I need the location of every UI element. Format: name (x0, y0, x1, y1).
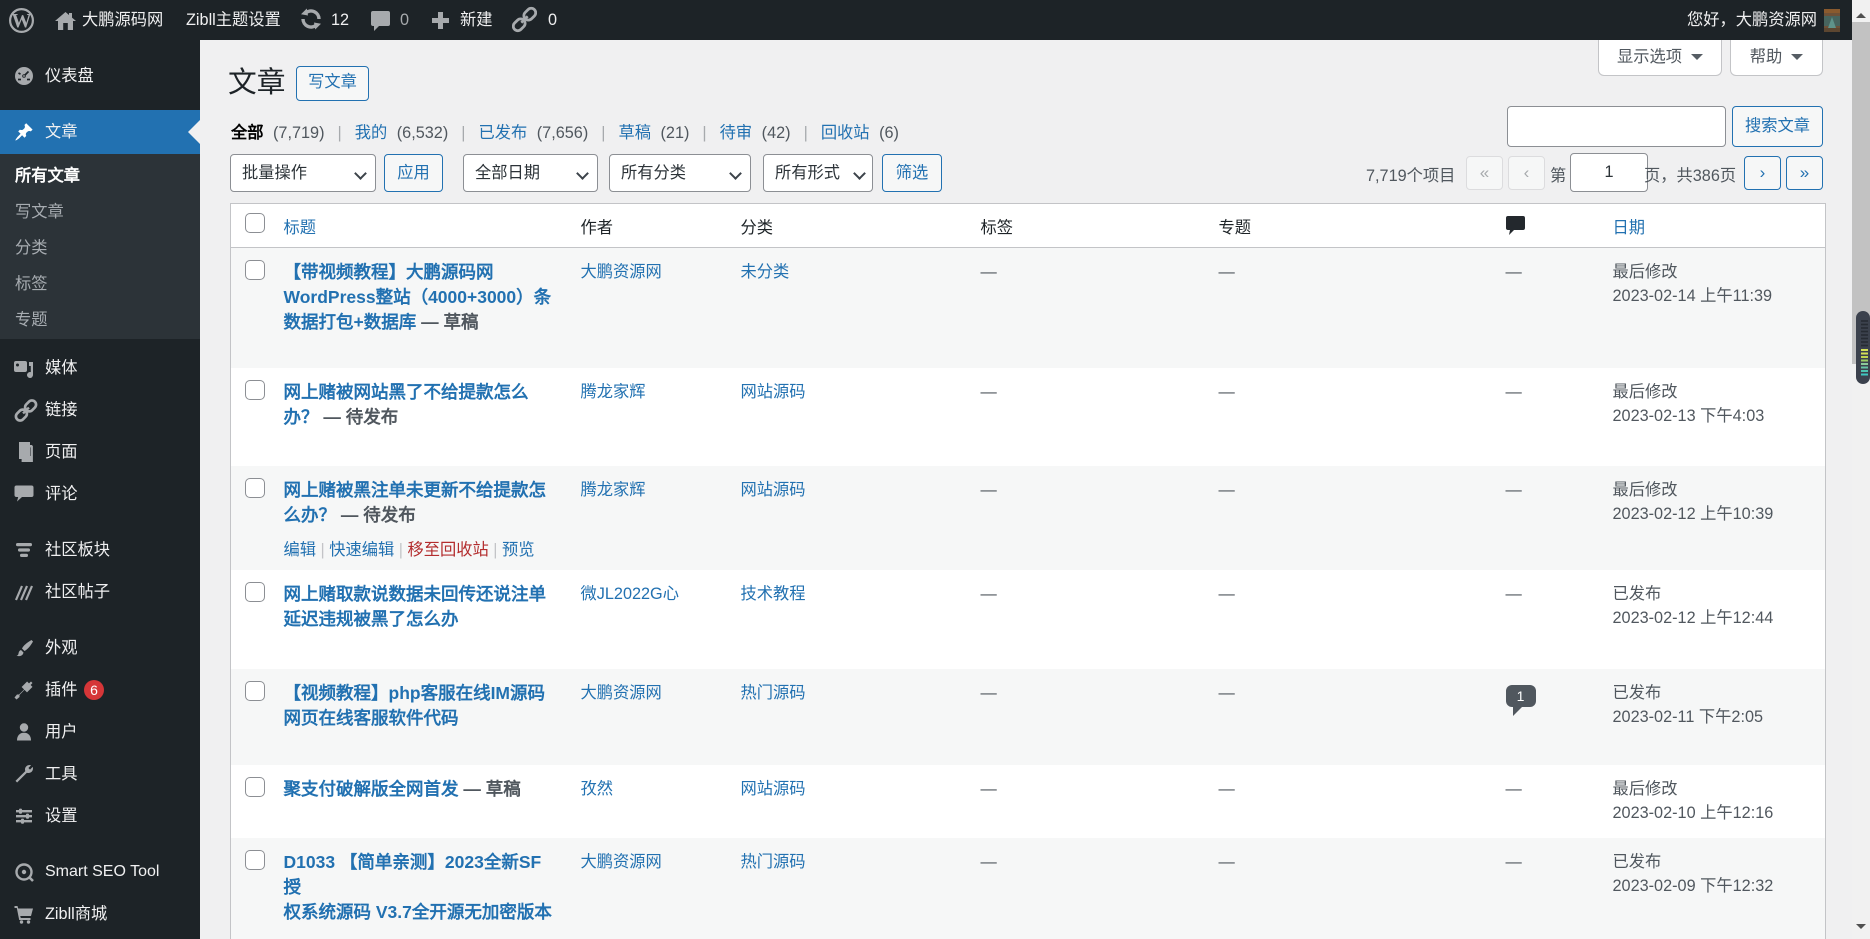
svg-text:W: W (12, 10, 32, 32)
